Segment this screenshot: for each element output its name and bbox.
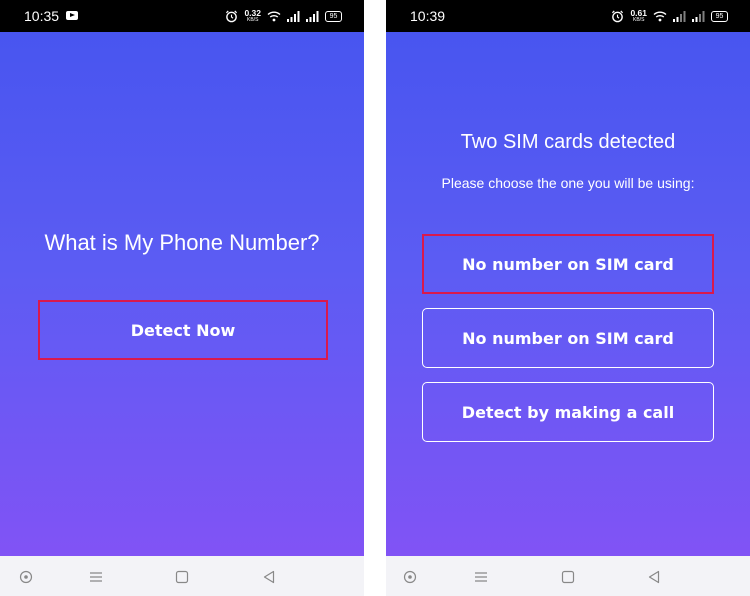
network-speed: 0.32 KB/S	[244, 9, 261, 24]
navigation-bar	[0, 556, 364, 596]
status-time: 10:39	[410, 8, 446, 24]
network-speed: 0.61 KB/S	[630, 9, 647, 24]
app-screen: Two SIM cards detected Please choose the…	[386, 32, 750, 556]
sim-detected-title: Two SIM cards detected	[460, 131, 676, 153]
home-square-icon[interactable]	[561, 570, 575, 584]
sim-option-1-button[interactable]: No number on SIM card	[422, 234, 714, 294]
back-triangle-icon[interactable]	[262, 570, 276, 584]
app-screen: What is My Phone Number? Detect Now	[0, 32, 364, 556]
wifi-icon	[267, 11, 281, 22]
page-title: What is My Phone Number?	[44, 230, 320, 255]
menu-icon[interactable]	[474, 570, 488, 584]
phone-screen-left: 10:35 0.32 KB/S 95 What is My Phone Numb…	[0, 0, 364, 596]
phone-screen-right: 10:39 0.61 KB/S 95 Two SIM cards detecte…	[386, 0, 750, 596]
status-indicators: 0.32 KB/S 95	[225, 7, 342, 25]
home-square-icon[interactable]	[175, 570, 189, 584]
back-triangle-icon[interactable]	[647, 570, 661, 584]
sim-option-2-button[interactable]: No number on SIM card	[422, 308, 714, 368]
network-speed-value: 0.61	[630, 7, 647, 18]
detect-by-call-button[interactable]: Detect by making a call	[422, 382, 714, 442]
sim-choose-subtitle: Please choose the one you will be using:	[441, 175, 695, 191]
status-bar: 10:39 0.61 KB/S 95	[386, 0, 750, 32]
signal-icon-sim1	[673, 10, 686, 22]
navigation-bar	[386, 556, 750, 596]
menu-icon[interactable]	[89, 570, 103, 584]
alarm-icon	[612, 10, 624, 22]
status-indicators: 0.61 KB/S 95	[611, 7, 728, 25]
signal-icon-sim2	[692, 10, 705, 22]
network-speed-value: 0.32	[244, 7, 261, 18]
signal-icon-sim2	[306, 10, 319, 22]
battery-icon: 95	[711, 10, 728, 22]
network-speed-unit: KB/S	[247, 17, 259, 24]
record-icon[interactable]	[403, 570, 417, 584]
status-bar: 10:35 0.32 KB/S 95	[0, 0, 364, 32]
wifi-icon	[653, 11, 667, 22]
record-icon[interactable]	[19, 570, 33, 584]
detect-now-button[interactable]: Detect Now	[38, 300, 328, 360]
network-speed-unit: KB/S	[633, 17, 645, 24]
signal-icon-sim1	[287, 10, 300, 22]
youtube-notification-icon	[66, 11, 78, 20]
alarm-icon	[226, 10, 238, 22]
battery-icon: 95	[325, 10, 342, 22]
status-time: 10:35	[24, 8, 60, 24]
